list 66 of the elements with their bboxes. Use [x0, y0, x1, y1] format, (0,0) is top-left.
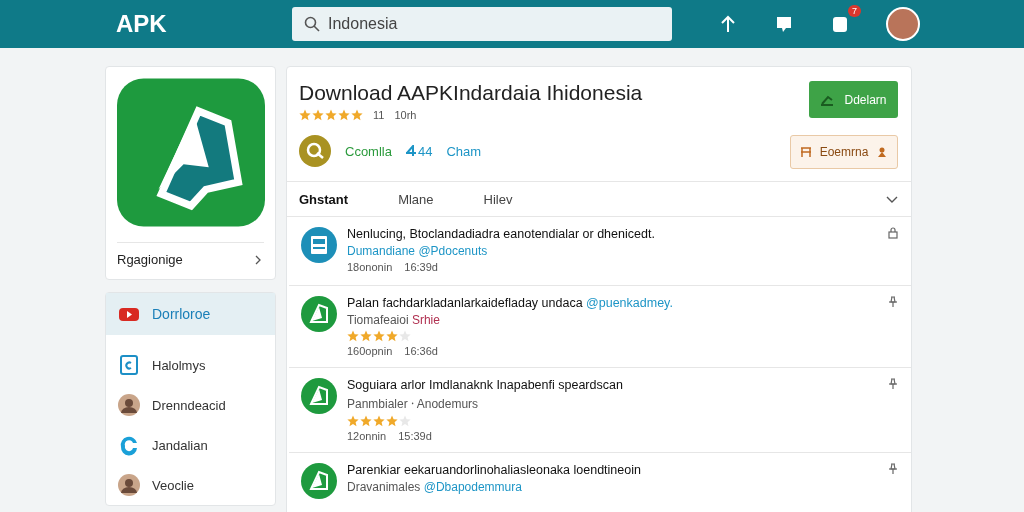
search-field[interactable]: Indonesia — [292, 7, 672, 41]
review-date: 18ononin — [347, 261, 393, 273]
star-icon — [386, 330, 398, 342]
review-date: 12onnin — [347, 430, 387, 442]
pin-icon[interactable] — [887, 378, 899, 390]
star-icon — [299, 109, 311, 121]
app-meta: 11 — [373, 109, 385, 121]
notification-badge: 7 — [848, 5, 861, 17]
star-icon — [399, 330, 411, 342]
tab[interactable]: Mlane — [398, 191, 434, 207]
app-meta: 10rh — [394, 109, 417, 121]
chat-icon[interactable] — [774, 14, 794, 34]
document-icon — [118, 354, 140, 376]
review-time: 15:39d — [398, 430, 432, 442]
sidebar-item[interactable]: Veoclie — [106, 465, 275, 505]
review-subtitle: Panmbialer ⸱ Anodemurs — [347, 396, 480, 412]
review-subtitle: Dumandiane @Pdocenuts — [347, 244, 489, 258]
star-icon — [347, 330, 359, 342]
review-time: 16:39d — [404, 261, 438, 273]
secondary-button[interactable]: Eoemrna — [790, 135, 898, 169]
sidebar-item[interactable]: Drenndeacid — [106, 385, 275, 425]
lock-icon[interactable] — [887, 227, 899, 239]
app-logo-icon — [301, 296, 337, 332]
review-title: Nenlucing, Btoclandadiadra eanotendialar or dhenicedt. — [347, 227, 656, 241]
pin-icon[interactable] — [887, 463, 899, 475]
app-logo-icon — [301, 463, 337, 499]
star-icon — [373, 415, 385, 427]
pin-icon[interactable] — [887, 296, 899, 308]
logo[interactable]: APK — [116, 10, 292, 38]
avatar-icon — [118, 474, 140, 496]
star-icon — [360, 415, 372, 427]
star-icon — [312, 109, 324, 121]
notification-icon[interactable] — [830, 14, 850, 34]
count: 44 — [417, 143, 433, 159]
review-subtitle: Tiomafeaioi Srhie — [347, 313, 441, 327]
review-title: Palan fachdarkladanlarkaidefladay undaca @puenkadmey. — [347, 296, 674, 310]
avatar-icon — [118, 394, 140, 416]
review-title: Soguiara arlor Imdlanaknk Inapabenfi speardscan — [347, 378, 624, 392]
star-icon — [347, 415, 359, 427]
search-icon — [304, 16, 320, 32]
star-icon — [338, 109, 350, 121]
star-icon — [360, 330, 372, 342]
review-date: 160opnin — [347, 345, 393, 357]
star-icon — [325, 109, 337, 121]
sidebar-item[interactable]: Dorrloroe — [106, 293, 275, 335]
app-title: Download AAPKIndardaia Ihidonesia — [299, 81, 643, 105]
developer-icon — [299, 135, 331, 167]
sidebar-item[interactable]: Halolmys — [106, 345, 275, 385]
app-card-link[interactable]: Rgagionige — [117, 252, 183, 267]
review-time: 16:36d — [404, 345, 438, 357]
star-icon — [399, 415, 411, 427]
user-avatar[interactable] — [886, 7, 920, 41]
review-subtitle: Dravanimales @Dbapodemmura — [347, 480, 523, 494]
document-icon — [301, 227, 337, 263]
review-title: Parenkiar eekaruandorlinohaliasleonaka loendtineoin — [347, 463, 642, 477]
tab[interactable]: Ghstant — [299, 191, 349, 207]
app-logo-icon — [301, 378, 337, 414]
star-icon — [373, 330, 385, 342]
star-icon — [351, 109, 363, 121]
star-icon — [386, 415, 398, 427]
sidebar-item[interactable]: Jandalian — [106, 425, 275, 465]
developer-name[interactable]: Ccomlla — [345, 143, 392, 159]
tab[interactable]: Hilev — [483, 191, 513, 207]
category-link[interactable]: Cham — [446, 143, 482, 159]
swirl-icon — [118, 434, 140, 456]
person-icon — [876, 146, 889, 158]
